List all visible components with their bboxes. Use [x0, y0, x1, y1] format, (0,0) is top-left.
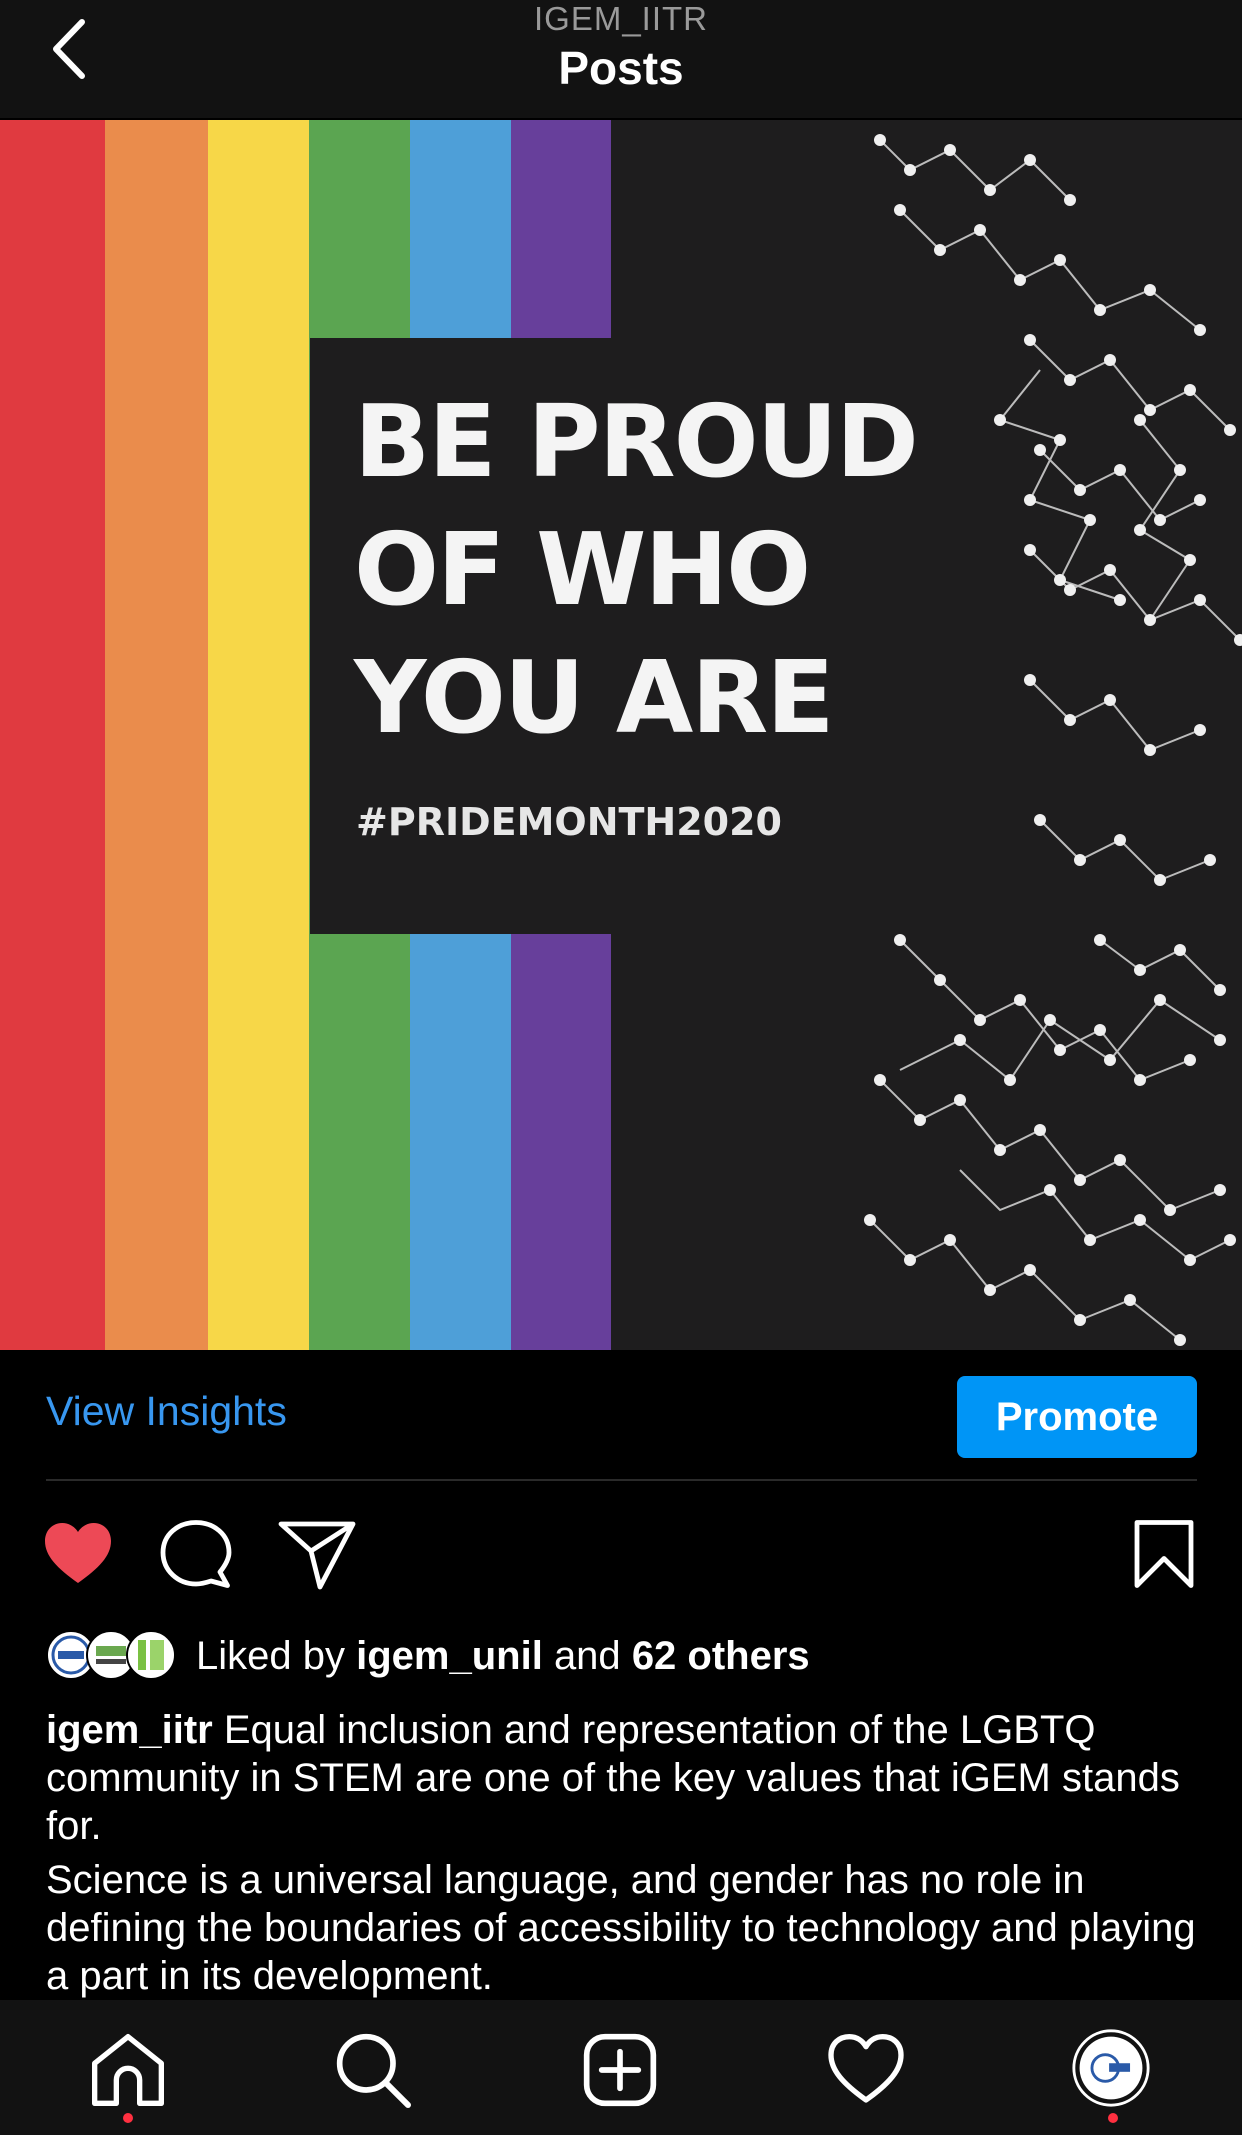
headline-line: OF WHO	[354, 511, 811, 628]
post-hashtag: #PRIDEMONTH2020	[356, 800, 782, 844]
promote-button[interactable]: Promote	[957, 1376, 1197, 1458]
top-bar: IGEM_IITR Posts	[0, 0, 1242, 118]
caption-text: Equal inclusion and representation of th…	[46, 1708, 1180, 1848]
bookmark-icon	[1134, 1520, 1194, 1588]
caption-paragraph: igem_iitr Equal inclusion and representa…	[46, 1706, 1206, 1850]
new-post-icon	[583, 2033, 657, 2107]
tab-new-post[interactable]	[580, 2030, 660, 2110]
share-button[interactable]	[278, 1518, 356, 1590]
like-button[interactable]	[42, 1520, 114, 1586]
paper-plane-icon	[278, 1521, 356, 1590]
save-button[interactable]	[1132, 1518, 1196, 1590]
comment-button[interactable]	[160, 1518, 232, 1590]
search-icon	[336, 2033, 411, 2108]
liker-username[interactable]: igem_unil	[356, 1634, 543, 1678]
tab-activity[interactable]	[826, 2030, 906, 2110]
divider	[46, 1479, 1197, 1481]
post-image[interactable]: BE PROUD OF WHO YOU ARE #PRIDEMONTH2020	[0, 120, 1242, 1350]
home-icon	[92, 2034, 164, 2106]
account-username: IGEM_IITR	[533, 0, 709, 37]
page-title: Posts	[558, 42, 684, 94]
liked-by-prefix: Liked by	[196, 1634, 345, 1678]
view-insights-link[interactable]: View Insights	[46, 1388, 287, 1435]
post-caption: igem_iitr Equal inclusion and representa…	[46, 1706, 1206, 2000]
headline-line: YOU ARE	[354, 639, 835, 756]
tab-search[interactable]	[333, 2030, 413, 2110]
caption-username[interactable]: igem_iitr	[46, 1708, 213, 1752]
post-headline: BE PROUD OF WHO YOU ARE	[354, 378, 994, 762]
comment-icon	[160, 1520, 232, 1588]
caption-paragraph-2: Science is a universal language, and gen…	[46, 1858, 1196, 1998]
profile-notification-dot	[1108, 2113, 1118, 2123]
home-notification-dot	[123, 2113, 133, 2123]
tab-home[interactable]	[88, 2030, 168, 2110]
likes-count-link[interactable]: 62 others	[632, 1634, 810, 1678]
activity-heart-icon	[828, 2034, 904, 2103]
liked-by-conjunction: and	[553, 1634, 621, 1678]
headline-line: BE PROUD	[354, 383, 919, 500]
profile-avatar	[1072, 2029, 1150, 2107]
avatar	[126, 1630, 176, 1680]
heart-filled-icon	[45, 1523, 111, 1583]
bottom-tab-bar	[0, 2000, 1242, 2135]
liker-avatars[interactable]	[46, 1630, 176, 1682]
liked-by-text[interactable]: Liked by igem_unil and 62 others	[196, 1632, 810, 1680]
tab-profile[interactable]	[1071, 2028, 1155, 2112]
